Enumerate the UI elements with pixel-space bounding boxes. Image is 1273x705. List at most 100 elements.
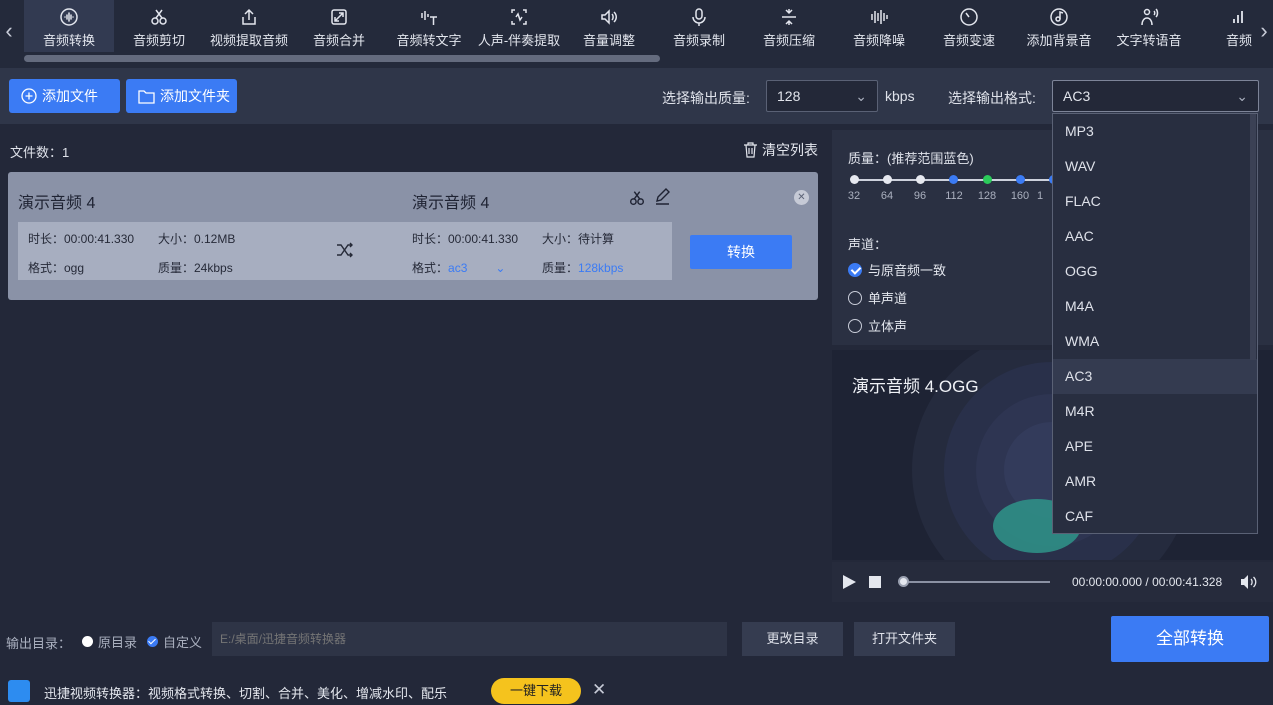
tab-audio-more[interactable]: 音频	[1194, 0, 1254, 52]
quality-slider-dot[interactable]	[1016, 175, 1025, 184]
speaker-icon	[564, 7, 654, 27]
tab-label: 人声-伴奏提取	[477, 33, 561, 48]
clear-list-button[interactable]: 清空列表	[743, 140, 818, 160]
output-original-dir-option[interactable]: 原目录	[82, 632, 137, 651]
convert-all-button[interactable]: 全部转换	[1111, 616, 1269, 662]
remove-file-close-icon[interactable]: ✕	[794, 190, 809, 205]
source-file-name: 演示音频 4	[18, 195, 96, 212]
channel-option-mono[interactable]: 单声道	[848, 288, 907, 307]
add-file-label: 添加文件	[42, 88, 98, 104]
tab-label: 音频	[1225, 33, 1252, 48]
channel-option-stereo[interactable]: 立体声	[848, 316, 907, 335]
format-option-flac[interactable]: FLAC	[1053, 184, 1257, 219]
nav-items: 音频转换 音频剪切 视频提取音频 音频合并 音频转文字 人声-伴奏提取 音量调整…	[24, 0, 1254, 56]
open-folder-button[interactable]: 打开文件夹	[854, 622, 955, 656]
quality-slider-dot-selected[interactable]	[983, 175, 992, 184]
shuffle-icon	[337, 242, 353, 258]
quality-select[interactable]: 128 ⌄	[766, 80, 878, 112]
source-duration: 时长：00:00:41.330	[28, 232, 135, 246]
scissors-icon[interactable]	[628, 189, 646, 207]
tab-label: 添加背景音	[1026, 33, 1092, 48]
chevron-down-icon: ⌄	[855, 88, 867, 104]
quality-tick-label: 1	[1036, 190, 1044, 202]
format-option-m4a[interactable]: M4A	[1053, 289, 1257, 324]
source-size: 大小：0.12MB	[158, 232, 236, 246]
tab-vocal-extract[interactable]: 人声-伴奏提取	[474, 0, 564, 52]
trash-icon	[744, 142, 757, 158]
tab-audio-to-text[interactable]: 音频转文字	[384, 0, 474, 52]
tab-video-extract[interactable]: 视频提取音频	[204, 0, 294, 52]
speedometer-icon	[924, 7, 1014, 27]
format-option-mp3[interactable]: MP3	[1053, 114, 1257, 149]
output-file-name: 演示音频 4	[412, 195, 490, 212]
quality-slider-dot[interactable]	[883, 175, 892, 184]
channel-option-label: 单声道	[868, 291, 908, 306]
tab-audio-convert[interactable]: 音频转换	[24, 0, 114, 52]
tab-label: 音频剪切	[132, 33, 185, 48]
volume-icon[interactable]	[1240, 574, 1259, 590]
format-option-m4r[interactable]: M4R	[1053, 394, 1257, 429]
format-option-wav[interactable]: WAV	[1053, 149, 1257, 184]
tab-label: 音频降噪	[852, 33, 905, 48]
edit-pencil-icon[interactable]	[654, 188, 671, 205]
format-option-ape[interactable]: APE	[1053, 429, 1257, 464]
convert-button[interactable]: 转换	[690, 235, 792, 269]
quality-value: 128	[777, 88, 801, 104]
nav-prev-arrow-icon[interactable]: ‹	[0, 16, 18, 46]
tab-audio-merge[interactable]: 音频合并	[294, 0, 384, 52]
change-dir-button[interactable]: 更改目录	[742, 622, 843, 656]
quality-slider-title: 质量：(推荐范围蓝色)	[848, 151, 974, 166]
format-option-caf[interactable]: CAF	[1053, 499, 1257, 533]
stop-icon[interactable]	[869, 576, 881, 588]
format-option-aac[interactable]: AAC	[1053, 219, 1257, 254]
tab-volume-adjust[interactable]: 音量调整	[564, 0, 654, 52]
merge-box-icon	[294, 7, 384, 27]
radio-checked-icon	[848, 262, 862, 277]
format-option-ac3[interactable]: AC3	[1053, 359, 1257, 394]
tab-noise-reduce[interactable]: 音频降噪	[834, 0, 924, 52]
close-icon[interactable]: ✕	[592, 680, 606, 700]
voice-extract-icon	[474, 7, 564, 27]
tab-label: 文字转语音	[1116, 33, 1182, 48]
add-file-button[interactable]: 添加文件	[9, 79, 120, 113]
add-folder-button[interactable]: 添加文件夹	[126, 79, 237, 113]
output-format[interactable]: 格式：ac3 ⌄	[412, 259, 505, 276]
playback-progress-track[interactable]	[902, 581, 1050, 583]
play-icon[interactable]	[842, 574, 857, 590]
tab-label: 视频提取音频	[209, 33, 288, 48]
output-dir-label: 输出目录：	[6, 636, 72, 651]
upload-box-icon	[204, 7, 294, 27]
download-button[interactable]: 一键下载	[491, 678, 581, 704]
tab-audio-record[interactable]: 音频录制	[654, 0, 744, 52]
tab-add-bgm[interactable]: 添加背景音	[1014, 0, 1104, 52]
output-custom-dir-option[interactable]: 自定义	[147, 632, 202, 651]
output-quality-label: 质量：	[542, 261, 579, 275]
playback-progress-handle[interactable]	[898, 576, 909, 587]
output-bar: 输出目录： 原目录 自定义 更改目录 打开文件夹 全部转换	[0, 604, 1273, 676]
wave-text-icon	[384, 7, 474, 27]
format-option-amr[interactable]: AMR	[1053, 464, 1257, 499]
tab-text-to-speech[interactable]: 文字转语音	[1104, 0, 1194, 52]
output-path-input[interactable]	[212, 622, 727, 656]
nav-scrollbar[interactable]	[24, 55, 660, 62]
quality-slider-dot[interactable]	[949, 175, 958, 184]
tab-label: 音频转文字	[396, 33, 462, 48]
tab-audio-compress[interactable]: 音频压缩	[744, 0, 834, 52]
quality-slider-dot[interactable]	[916, 175, 925, 184]
tab-audio-speed[interactable]: 音频变速	[924, 0, 1014, 52]
dropdown-scrollbar[interactable]	[1250, 114, 1256, 360]
nav-next-arrow-icon[interactable]: ›	[1255, 16, 1273, 46]
format-option-wma[interactable]: WMA	[1053, 324, 1257, 359]
format-value: AC3	[1063, 88, 1091, 104]
preview-file-title: 演示音频 4.OGG	[852, 377, 979, 396]
file-details: 时长：00:00:41.330 大小：0.12MB 格式：ogg 质量：24kb…	[18, 222, 672, 280]
channel-option-original[interactable]: 与原音频一致	[848, 260, 946, 279]
tab-label: 音频转换	[42, 33, 95, 48]
quality-slider-dot[interactable]	[850, 175, 859, 184]
output-original-label: 原目录	[98, 635, 138, 650]
format-select[interactable]: AC3 ⌄	[1052, 80, 1259, 112]
tab-audio-cut[interactable]: 音频剪切	[114, 0, 204, 52]
format-option-ogg[interactable]: OGG	[1053, 254, 1257, 289]
top-navigation: ‹ 音频转换 音频剪切 视频提取音频 音频合并 音频转文字 人声-伴奏提取 音量…	[0, 0, 1273, 68]
scissors-icon	[114, 7, 204, 27]
